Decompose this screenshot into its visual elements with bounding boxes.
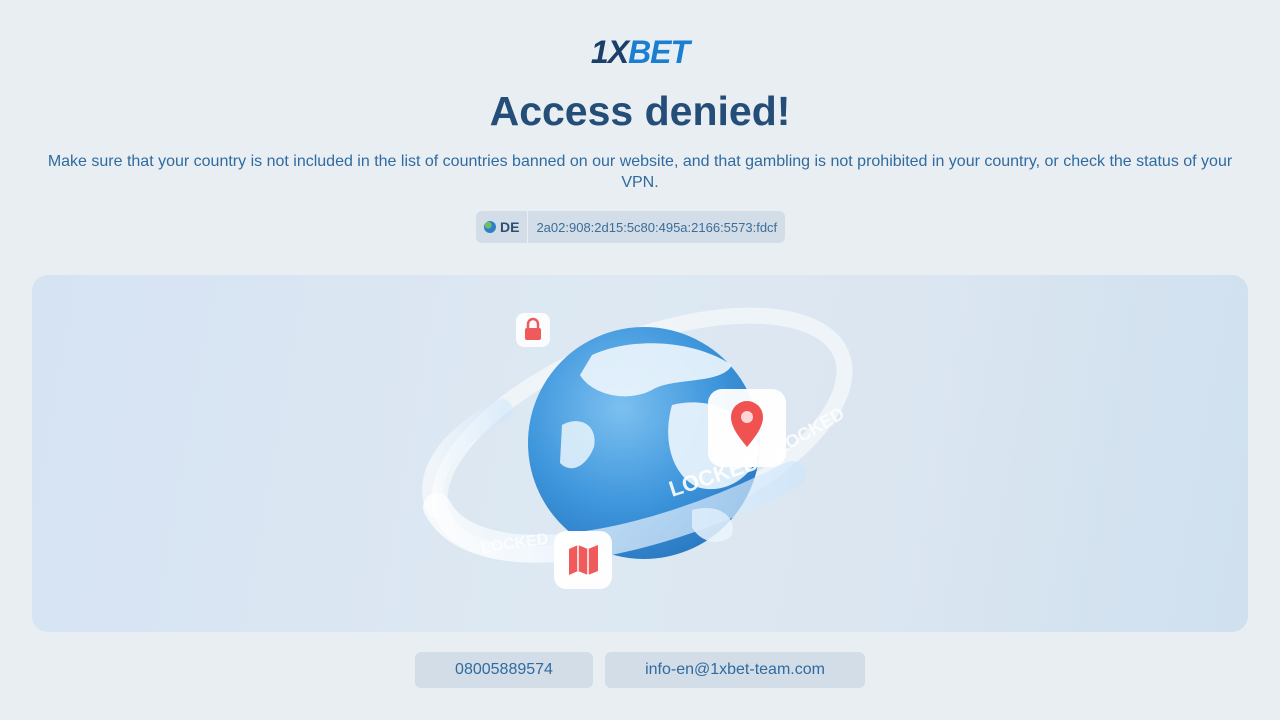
page-title: Access denied! [489, 88, 791, 134]
ip-address: 2a02:908:2d15:5c80:495a:2166:5573:fdcf [536, 219, 778, 235]
globe-icon [484, 221, 496, 233]
logo-part-2: BET [628, 34, 690, 70]
country-badge: DE [476, 211, 529, 243]
lock-icon [516, 313, 550, 347]
contact-buttons: 08005889574 info-en@1xbet-team.com [0, 652, 1280, 688]
illustration-svg: LOCKED LOCKED LOCKED [422, 307, 853, 589]
logo-part-1: 1X [590, 34, 629, 70]
locked-globe-illustration: LOCKED LOCKED LOCKED [32, 275, 1248, 632]
brand-logo: 1XBET [0, 36, 1280, 68]
page-description: Make sure that your country is not inclu… [47, 153, 1233, 191]
country-code: DE [500, 219, 520, 235]
location-pin-icon [708, 389, 786, 467]
map-icon [554, 531, 612, 589]
email-button[interactable]: info-en@1xbet-team.com [605, 652, 865, 688]
phone-button[interactable]: 08005889574 [415, 652, 593, 688]
access-denied-page: 1XBET Access denied! Make sure that your… [0, 0, 1280, 720]
location-info: DE 2a02:908:2d15:5c80:495a:2166:5573:fdc… [476, 211, 786, 243]
